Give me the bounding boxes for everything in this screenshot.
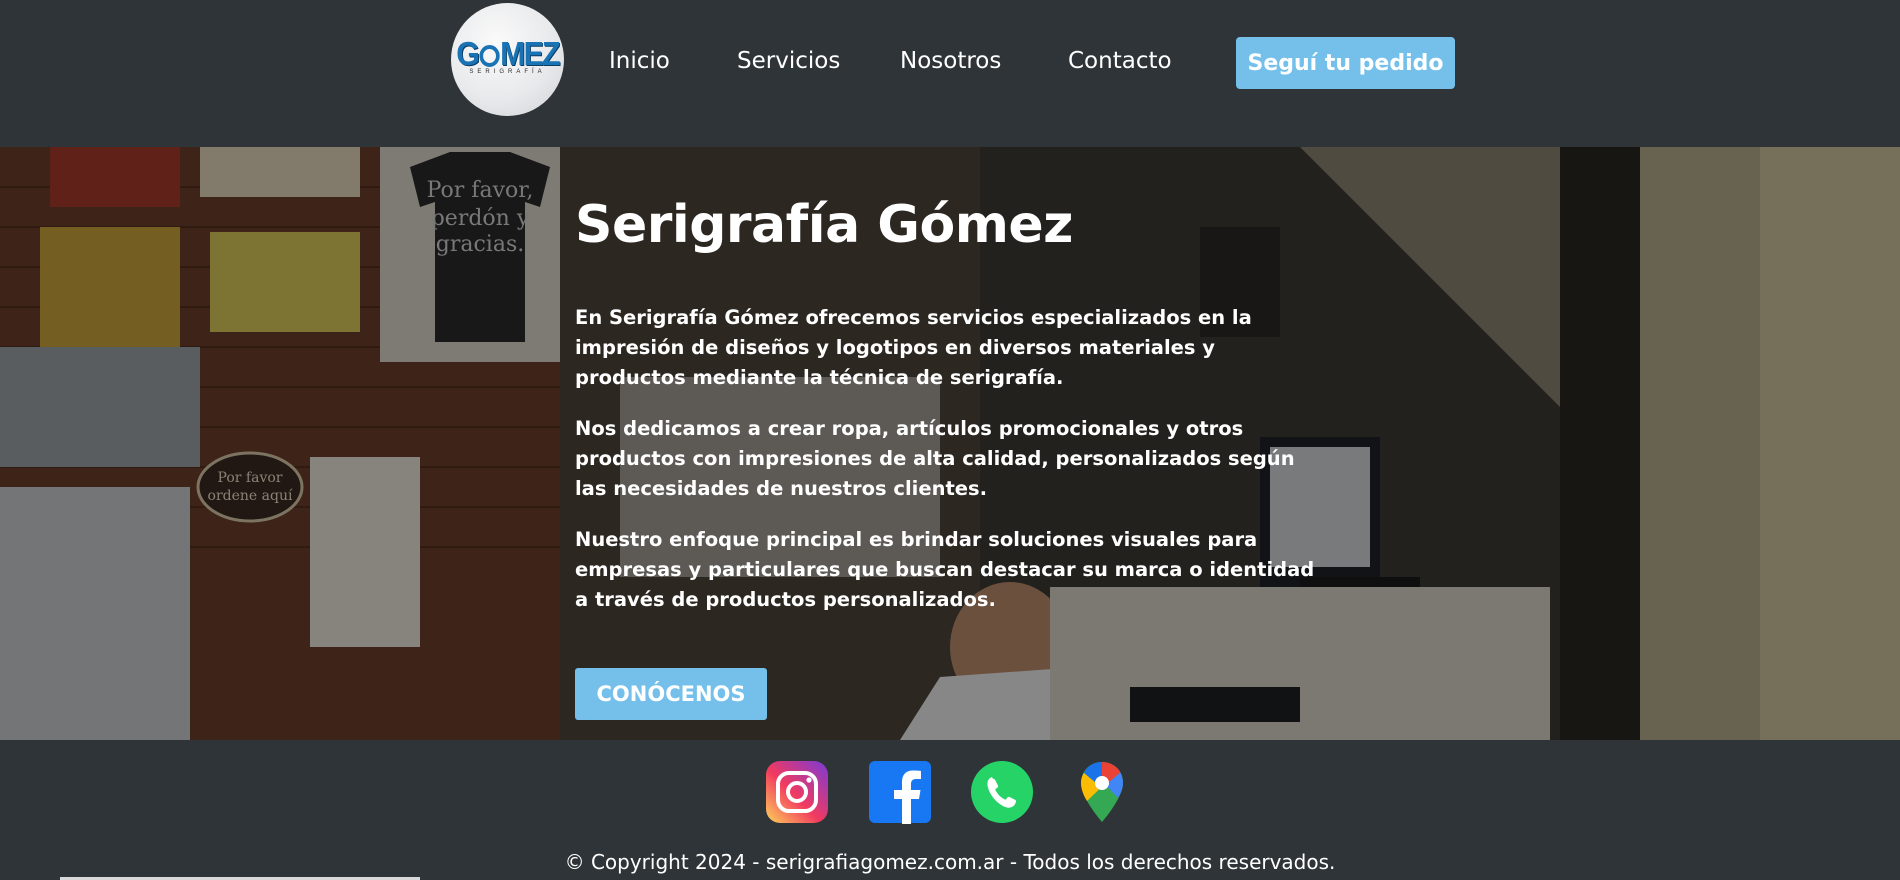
hero-title: Serigrafía Gómez [575,195,1073,255]
whatsapp-icon[interactable] [970,760,1034,824]
facebook-icon[interactable] [868,760,932,824]
hero-paragraph-1: En Serigrafía Gómez ofrecemos servicios … [575,306,1252,389]
nav-nosotros[interactable]: Nosotros [900,48,1001,74]
logo-subtitle: SERIGRAFÍA [469,69,546,75]
nav-contacto[interactable]: Contacto [1068,48,1172,74]
nav-servicios[interactable]: Servicios [737,48,840,74]
gomez-logo[interactable]: G MEZ SERIGRAFÍA [451,3,564,116]
hero-section: Por favor, perdón y gracias. Por favor o… [0,147,1900,740]
logo-wordmark: G MEZ [456,35,560,72]
instagram-icon[interactable] [765,760,829,824]
hero-paragraph-2: Nos dedicamos a crear ropa, artículos pr… [575,417,1295,500]
hero-paragraph-3: Nuestro enfoque principal es brindar sol… [575,528,1315,611]
site-footer: © Copyright 2024 - serigrafiagomez.com.a… [0,740,1900,880]
track-order-button[interactable]: Seguí tu pedido [1236,37,1455,89]
hero-content: Serigrafía Gómez En Serigrafía Gómez ofr… [575,199,1325,615]
conocenos-button[interactable]: CONÓCENOS [575,668,767,720]
google-maps-icon[interactable] [1070,760,1134,824]
copyright-text: © Copyright 2024 - serigrafiagomez.com.a… [564,850,1336,874]
nav-inicio[interactable]: Inicio [609,48,670,74]
site-header: G MEZ SERIGRAFÍA Inicio Servicios Nosotro… [0,0,1900,147]
